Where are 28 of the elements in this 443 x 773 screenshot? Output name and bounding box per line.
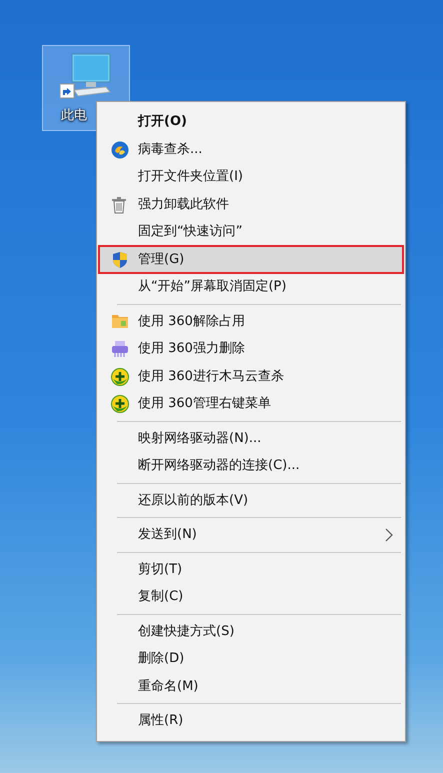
menu-item[interactable]: 断开网络驱动器的连接(C)... bbox=[99, 452, 403, 480]
plus-circle-icon bbox=[111, 395, 129, 413]
menu-item[interactable]: 强力卸载此软件 bbox=[99, 190, 403, 218]
folder-icon bbox=[111, 312, 129, 328]
menu-item[interactable]: 使用 360管理右键菜单 bbox=[99, 390, 403, 418]
menu-item[interactable]: 复制(C) bbox=[99, 583, 403, 610]
trash-icon bbox=[111, 196, 127, 214]
menu-item[interactable]: 删除(D) bbox=[99, 645, 403, 672]
menu-item[interactable]: 剪切(T) bbox=[99, 556, 403, 583]
menu-item[interactable]: 属性(R) bbox=[99, 707, 403, 734]
orb-icon bbox=[111, 140, 129, 158]
desktop-icon-label: 此电 bbox=[61, 107, 87, 125]
menu-item[interactable]: 从“开始”屏幕取消固定(P) bbox=[99, 273, 403, 300]
menu-item[interactable]: 使用 360解除占用 bbox=[99, 308, 403, 335]
menu-item[interactable]: 发送到(N) bbox=[99, 521, 403, 548]
menu-item[interactable]: 管理(G) bbox=[99, 246, 403, 273]
menu-item[interactable]: 创建快捷方式(S) bbox=[99, 618, 403, 645]
menu-item[interactable]: 病毒查杀... bbox=[99, 136, 403, 163]
menu-item[interactable]: 使用 360强力删除 bbox=[99, 335, 403, 362]
menu-item[interactable]: 还原以前的版本(V) bbox=[99, 486, 403, 514]
shredder-icon bbox=[111, 340, 129, 358]
plus-circle-icon bbox=[111, 368, 129, 386]
menu-item[interactable]: 固定到“快速访问” bbox=[99, 218, 403, 246]
menu-item[interactable]: 重命名(M) bbox=[99, 672, 403, 700]
shield-icon bbox=[111, 250, 129, 268]
menu-item[interactable]: 使用 360进行木马云查杀 bbox=[99, 362, 403, 390]
menu-item[interactable]: 映射网络驱动器(N)... bbox=[99, 424, 403, 452]
menu-item[interactable]: 打开文件夹位置(I) bbox=[99, 163, 403, 190]
